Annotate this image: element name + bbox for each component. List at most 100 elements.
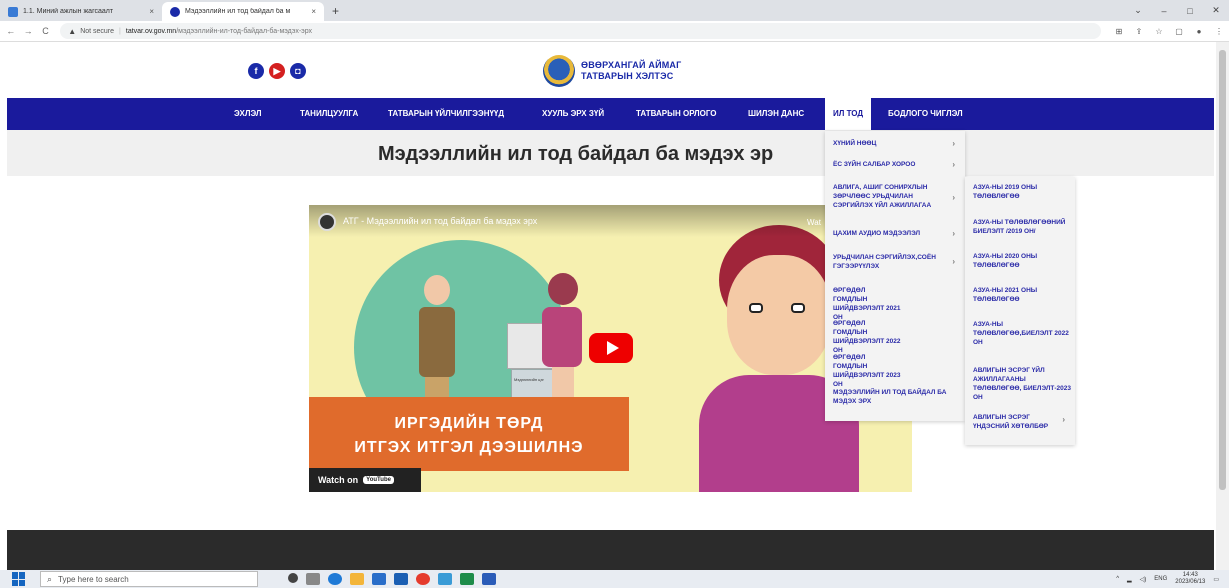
network-icon[interactable]: ▂ xyxy=(1127,576,1132,583)
video-embed[interactable]: Мэдээллийн цэг АТГ - Мэдээллийн ил тод б… xyxy=(309,205,912,492)
nav-item-home[interactable]: ЭХЛЭЛ xyxy=(234,98,261,130)
lang-indicator[interactable]: ENG xyxy=(1154,576,1167,582)
site-logo[interactable] xyxy=(543,55,575,87)
new-tab-button[interactable]: + xyxy=(324,2,347,21)
chevron-right-icon: › xyxy=(1062,415,1065,424)
window-controls: ⌄ – □ ✕ xyxy=(1125,0,1229,21)
tray-arrow-icon[interactable]: ^ xyxy=(1116,576,1119,582)
site-brand[interactable]: ӨВӨРХАНГАЙ АЙМАГ ТАТВАРЫН ХЭЛТЭС xyxy=(581,60,681,82)
reload-icon[interactable]: C xyxy=(39,26,52,36)
nav-item-law[interactable]: ХУУЛЬ ЭРХ ЗҮЙ xyxy=(542,98,604,130)
notifications-icon[interactable]: ▭ xyxy=(1213,576,1219,583)
taskbar-search-input[interactable]: ⌕ Type here to search xyxy=(40,571,258,587)
taskbar-apps xyxy=(288,573,496,585)
nav-item-services[interactable]: ТАТВАРЫН ҮЙЛЧИЛГЭЭНҮҮД xyxy=(388,98,504,130)
page-scrollbar[interactable] xyxy=(1216,42,1229,570)
tab-close-icon[interactable]: × xyxy=(311,7,316,16)
youtube-icon[interactable]: ▶ xyxy=(269,63,285,79)
video-banner: ИРГЭДИЙН ТӨРД ИТГЭХ ИТГЭЛ ДЭЭШИЛНЭ xyxy=(309,397,629,471)
tab-search-icon[interactable]: ⌄ xyxy=(1125,5,1151,16)
instagram-icon[interactable]: ◘ xyxy=(290,63,306,79)
menu-item-prevention[interactable]: УРЬДЧИЛАН СЭРГИЙЛЭХ,СОЁН ГЭГЭЭРҮҮЛЭХ › xyxy=(833,253,961,271)
brand-line1: ӨВӨРХАНГАЙ АЙМАГ xyxy=(581,60,682,70)
submenu-item-2022[interactable]: АЗУА-НЫ ТӨЛӨВЛӨГӨӨ,БИЕЛЭЛТ 2022 ОН xyxy=(973,320,1071,347)
mail-icon[interactable] xyxy=(394,573,408,585)
clock[interactable]: 14:43 2023/06/13 xyxy=(1175,572,1205,586)
submenu-item-national-program[interactable]: АВЛИГЫН ЭСРЭГ ҮНДЭСНИЙ ХӨТӨЛБӨР › xyxy=(973,413,1071,431)
nav-item-revenue[interactable]: ТАТВАРЫН ОРЛОГО xyxy=(636,98,717,130)
chrome-icon[interactable] xyxy=(416,573,430,585)
nav-item-transparency[interactable]: ИЛ ТОД xyxy=(825,98,872,130)
star-icon[interactable]: ☆ xyxy=(1149,27,1169,36)
menu-item-ethics[interactable]: ЁС ЗҮЙН САЛБАР ХОРОО › xyxy=(833,160,961,169)
channel-avatar[interactable] xyxy=(318,213,336,231)
chevron-right-icon: › xyxy=(952,160,955,169)
sidebar-icon[interactable]: ▢ xyxy=(1169,27,1189,36)
windows-taskbar: ⌕ Type here to search ^ ▂ ◁) ENG 14:43 2… xyxy=(0,570,1229,588)
translate-icon[interactable]: ⊞ xyxy=(1109,27,1129,36)
scrollbar-thumb[interactable] xyxy=(1219,50,1226,490)
menu-item-info-rights[interactable]: МЭДЭЭЛЛИЙН ИЛ ТОД БАЙДАЛ БА МЭДЭХ ЭРХ xyxy=(833,388,961,406)
menu-item-audio[interactable]: ЦАХИМ АУДИО МЭДЭЭЛЭЛ › xyxy=(833,229,961,238)
facebook-icon[interactable]: f xyxy=(248,63,264,79)
main-nav: ЭХЛЭЛ ТАНИЛЦУУЛГА ТАТВАРЫН ҮЙЛЧИЛГЭЭНҮҮД… xyxy=(7,98,1214,130)
nav-item-glass-account[interactable]: ШИЛЭН ДАНС xyxy=(748,98,804,130)
browser-tab-active[interactable]: Мэдээллийн ил тод байдал ба м × xyxy=(162,2,324,21)
volume-icon[interactable]: ◁) xyxy=(1140,576,1147,583)
menu-item-hr[interactable]: ХҮНИЙ НӨӨЦ › xyxy=(833,139,961,148)
store-icon[interactable] xyxy=(372,573,386,585)
file-explorer-icon[interactable] xyxy=(350,573,364,585)
menu-item-complaints-2022[interactable]: ӨРГӨДӨЛ ГОМДЛЫН ШИЙДВЭРЛЭЛТ 2022 ОН xyxy=(833,319,961,355)
browser-tab[interactable]: 1.1. Миний ажлын жагсаалт × xyxy=(0,2,162,21)
edge-icon[interactable] xyxy=(328,573,342,585)
menu-icon[interactable]: ⋮ xyxy=(1209,27,1229,36)
windows-start-icon[interactable] xyxy=(12,572,26,586)
play-button[interactable] xyxy=(589,333,633,363)
youtube-logo: YouTube xyxy=(363,476,394,484)
banner-line2: ИТГЭХ ИТГЭЛ ДЭЭШИЛНЭ xyxy=(354,439,584,456)
nav-item-policy[interactable]: БОДЛОГО ЧИГЛЭЛ xyxy=(888,98,963,130)
menu-item-complaints-2021[interactable]: ӨРГӨДӨЛ ГОМДЛЫН ШИЙДВЭРЛЭЛТ 2021 ОН xyxy=(833,286,961,322)
minimize-button[interactable]: – xyxy=(1151,6,1177,16)
task-view-icon[interactable] xyxy=(306,573,320,585)
clock-date: 2023/06/13 xyxy=(1175,579,1206,585)
share-icon[interactable]: ⇪ xyxy=(1129,27,1149,36)
watch-on-youtube-button[interactable]: Watch on YouTube xyxy=(309,468,421,492)
teams-icon[interactable] xyxy=(438,573,452,585)
submenu-item-2019-report[interactable]: АЗУА-НЫ ТӨЛӨВЛӨГӨӨНИЙ БИЕЛЭЛТ /2019 ОН/ xyxy=(973,218,1071,236)
maximize-button[interactable]: □ xyxy=(1177,6,1203,16)
chevron-right-icon: › xyxy=(952,229,955,238)
chevron-right-icon: › xyxy=(952,139,955,148)
chevron-right-icon: › xyxy=(952,257,955,266)
warning-icon[interactable]: ▲ xyxy=(68,27,76,36)
cortana-icon[interactable] xyxy=(288,573,298,583)
menu-item-complaints-2023[interactable]: ӨРГӨДӨЛ ГОМДЛЫН ШИЙДВЭРЛЭЛТ 2023 ОН xyxy=(833,353,961,389)
toolbar-icons: ⊞ ⇪ ☆ ▢ ● ⋮ xyxy=(1109,27,1229,36)
kiosk-label: Мэдээллийн цэг xyxy=(514,377,544,382)
menu-item-anticorruption[interactable]: АВЛИГА, АШИГ СОНИРХЛЫН ЗӨРЧЛӨӨС УРЬДЧИЛА… xyxy=(833,183,961,210)
back-icon[interactable]: ← xyxy=(4,26,17,36)
address-bar-row: ← → C ▲ Not secure | tatvar.ov.gov.mn/мэ… xyxy=(0,21,1229,42)
submenu-item-2023[interactable]: АВЛИГЫН ЭСРЭГ ҮЙЛ АЖИЛЛАГААНЫ ТӨЛӨВЛӨГӨӨ… xyxy=(973,366,1071,402)
video-title[interactable]: АТГ - Мэдээллийн ил тод байдал ба мэдэх … xyxy=(343,216,537,226)
submenu-item-2020-plan[interactable]: АЗУА-НЫ 2020 ОНЫ ТӨЛӨВЛӨГӨӨ xyxy=(973,252,1071,270)
nav-item-about[interactable]: ТАНИЛЦУУЛГА xyxy=(300,98,358,130)
play-icon xyxy=(606,341,619,355)
submenu-item-2019-plan[interactable]: АЗУА-НЫ 2019 ОНЫ ТӨЛӨВЛӨГӨӨ xyxy=(973,183,1071,201)
search-icon: ⌕ xyxy=(47,573,53,584)
excel-icon[interactable] xyxy=(460,573,474,585)
page-title: Мэдээллийн ил тод байдал ба мэдэх эр xyxy=(378,143,774,165)
close-window-button[interactable]: ✕ xyxy=(1203,5,1229,16)
word-icon[interactable] xyxy=(482,573,496,585)
system-tray: ^ ▂ ◁) ENG 14:43 2023/06/13 ▭ xyxy=(1116,570,1219,588)
video-side-text: Wat xyxy=(807,218,821,227)
chevron-right-icon: › xyxy=(952,193,955,202)
forward-icon[interactable]: → xyxy=(21,26,34,36)
banner-line1: ИРГЭДИЙН ТӨРД xyxy=(394,415,544,432)
profile-icon[interactable]: ● xyxy=(1189,27,1209,36)
tab-close-icon[interactable]: × xyxy=(149,7,154,16)
transparency-dropdown: ХҮНИЙ НӨӨЦ › ЁС ЗҮЙН САЛБАР ХОРОО › АВЛИГА… xyxy=(825,131,965,421)
submenu-item-2021-plan[interactable]: АЗУА-НЫ 2021 ОНЫ ТӨЛӨВЛӨГӨӨ xyxy=(973,286,1071,304)
tab-favicon-icon xyxy=(170,6,180,17)
url-field[interactable]: ▲ Not secure | tatvar.ov.gov.mn/мэдээлли… xyxy=(60,23,1101,39)
